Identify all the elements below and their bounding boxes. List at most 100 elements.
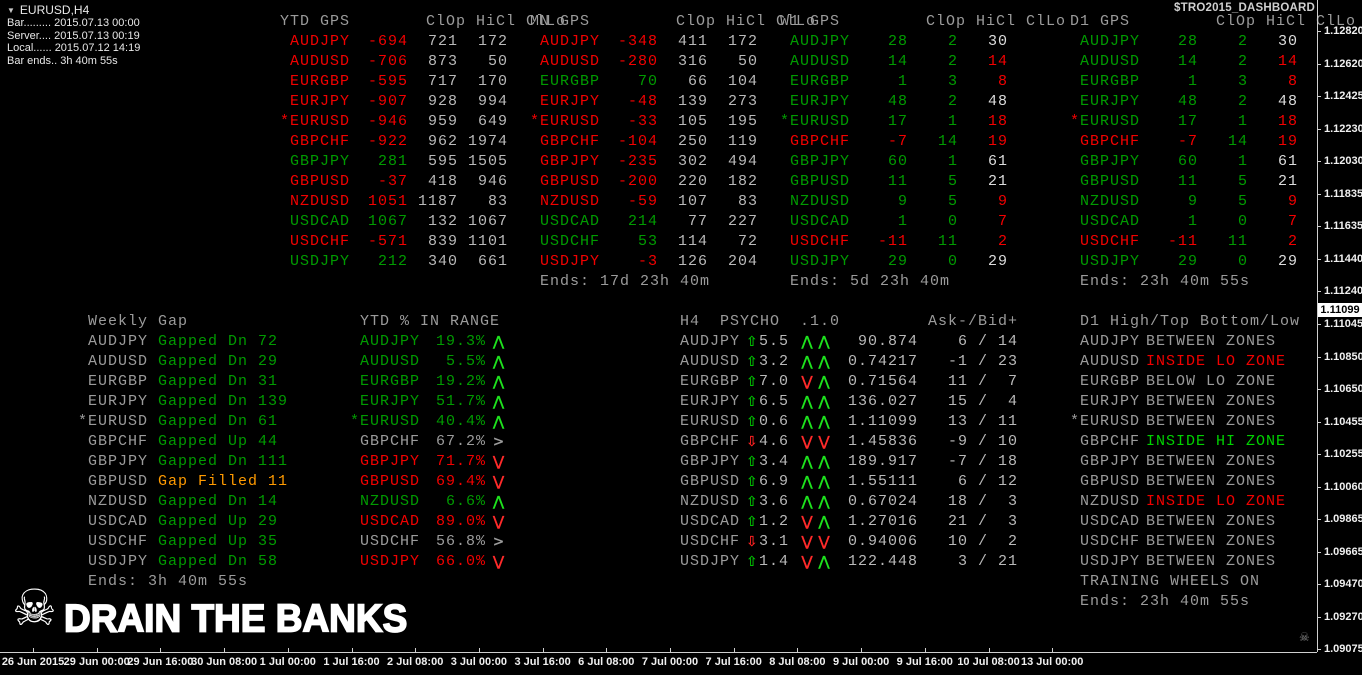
down-chevron-icon: ⋁ [492, 474, 506, 490]
header-row: YTD % IN RANGE [350, 312, 512, 332]
table-row: EURJPY BETWEEN ZONES [1070, 392, 1300, 412]
gap-status: Gapped Up 44 [158, 433, 279, 450]
pair-label: EURJPY [360, 393, 421, 410]
pair-label: USDCHF [1080, 233, 1141, 250]
pair-label: AUDJPY [290, 33, 351, 50]
value-cell: 53 [637, 233, 658, 250]
value-cell: 104 [727, 73, 758, 90]
up-chevron-icon: ⋀ [801, 334, 814, 350]
up-chevron-icon: ⋀ [492, 394, 506, 410]
gap-status: Gapped Dn 111 [158, 453, 289, 470]
value-cell: -11 [877, 233, 908, 250]
time-tick-label: 30 Jun 08:00 [191, 656, 258, 668]
time-tick [478, 648, 480, 652]
value-cell: 5 [1237, 173, 1248, 190]
pair-label: EURGBP [680, 373, 741, 390]
zone-status: INSIDE LO ZONE [1146, 493, 1287, 510]
gap-status: Gapped Up 29 [158, 513, 279, 530]
up-arrow-icon: ⇧ [746, 454, 759, 470]
value-cell: 721 [427, 33, 458, 50]
pair-label: USDCAD [790, 213, 851, 230]
time-tick [33, 648, 34, 652]
percent-value: 89.0% [435, 513, 486, 530]
value-cell: 1 [1187, 73, 1198, 90]
header-row: Weekly Gap [78, 312, 288, 332]
pair-label: AUDJPY [88, 333, 149, 350]
price-tick [1317, 128, 1321, 130]
time-tick-label: 13 Jul 00:00 [1021, 656, 1084, 668]
table-row: EURGBP BELOW LO ZONE [1070, 372, 1300, 392]
pair-label: AUDJPY [1080, 333, 1141, 350]
column-header: ClOp [425, 13, 466, 30]
bar-time-label: Bar......... 2015.07.13 00:00 [7, 17, 140, 29]
value-cell: 107 [677, 193, 708, 210]
pair-label: GBPCHF [1080, 133, 1141, 150]
up-arrow-icon: ⇧ [746, 394, 759, 410]
value-cell: 83 [487, 193, 508, 210]
up-chevron-icon: ⋀ [801, 454, 814, 470]
skull-crossbones-icon: ☠ [12, 579, 57, 637]
pair-label: GBPCHF [360, 433, 421, 450]
price-value: 0.71564 [847, 373, 918, 390]
pair-label: USDCHF [360, 533, 421, 550]
table-row: AUDUSD 14 2 14 [1070, 52, 1356, 72]
table-row: GBPJPY 71.7% ⋁ [350, 452, 512, 472]
chevron-down-icon: ▼ [7, 6, 15, 15]
table-row: NZDUSD INSIDE LO ZONE [1070, 492, 1300, 512]
value-cell: 11 [1227, 233, 1248, 250]
value-cell: 14 [1227, 133, 1248, 150]
ends-row: Ends: 23h 40m 55s [1070, 592, 1300, 612]
down-chevron-icon: ⋁ [818, 434, 831, 450]
price-tick-label: 1.12820 [1324, 25, 1362, 37]
value-cell: 72 [737, 233, 758, 250]
pair-label: NZDUSD [1080, 193, 1141, 210]
table-row: USDJPY BETWEEN ZONES [1070, 552, 1300, 572]
table-row: EURJPY 51.7% ⋀ [350, 392, 512, 412]
psycho-value: 6.5 [759, 393, 790, 410]
table-row: EURJPY 48 2 48 [780, 92, 1066, 112]
table-row: GBPJPY Gapped Dn 111 [78, 452, 288, 472]
ends-row: Ends: 17d 23h 40m [530, 272, 816, 292]
table-row: GBPCHF 67.2% > [350, 432, 512, 452]
up-arrow-icon: ⇧ [746, 414, 759, 430]
table-row: USDJPY -3 126 204 [530, 252, 816, 272]
price-tick [1317, 291, 1321, 293]
pair-label: AUDUSD [1080, 53, 1141, 70]
pair-label: GBPJPY [1080, 453, 1141, 470]
up-chevron-icon: ⋀ [492, 494, 506, 510]
value-cell: 50 [487, 53, 508, 70]
value-cell: -571 [367, 233, 408, 250]
active-symbol-star: * [1070, 113, 1081, 130]
table-title: Weekly Gap [88, 313, 189, 330]
price-tick-label: 1.10650 [1324, 383, 1362, 396]
value-cell: -595 [367, 73, 408, 90]
bar-ends-label: Bar ends.. 3h 40m 55s [7, 54, 118, 67]
percent-value: 40.4% [435, 413, 486, 430]
zone-status: INSIDE LO ZONE [1146, 353, 1287, 370]
table-row: USDCHF -571 839 1101 [280, 232, 566, 252]
table-row: AUDUSD 5.5% ⋀ [350, 352, 512, 372]
ends-row: Ends: 5d 23h 40m [780, 272, 1066, 292]
gap-status: Gap Filled 11 [158, 473, 289, 490]
symbol-selector[interactable]: ▼ EURUSD,H4 [7, 4, 140, 17]
column-header: ClOp [675, 13, 716, 30]
value-cell: 1 [1237, 113, 1248, 130]
table-row: GBPCHF -104 250 119 [530, 132, 816, 152]
price-tick-label: 1.11635 [1324, 220, 1362, 233]
value-cell: 132 [427, 213, 458, 230]
ask-bid-value: 18 / 3 [947, 493, 1018, 510]
value-cell: 928 [427, 93, 458, 110]
table-row: * EURUSD 17 1 18 [1070, 112, 1356, 132]
pair-label: USDCHF [540, 233, 601, 250]
price-tick [1317, 31, 1321, 32]
value-cell: 717 [427, 73, 458, 90]
table-row: EURJPY -48 139 273 [530, 92, 816, 112]
value-cell: 8 [1287, 73, 1298, 90]
time-tick-label: 9 Jul 00:00 [832, 656, 890, 668]
pair-label: EURUSD [360, 413, 421, 430]
ask-bid-value: 15 / 4 [947, 393, 1018, 410]
pair-label: USDCHF [1080, 533, 1141, 550]
table-row: EURGBP Gapped Dn 31 [78, 372, 288, 392]
value-cell: -922 [367, 133, 408, 150]
value-cell: 30 [987, 33, 1008, 50]
